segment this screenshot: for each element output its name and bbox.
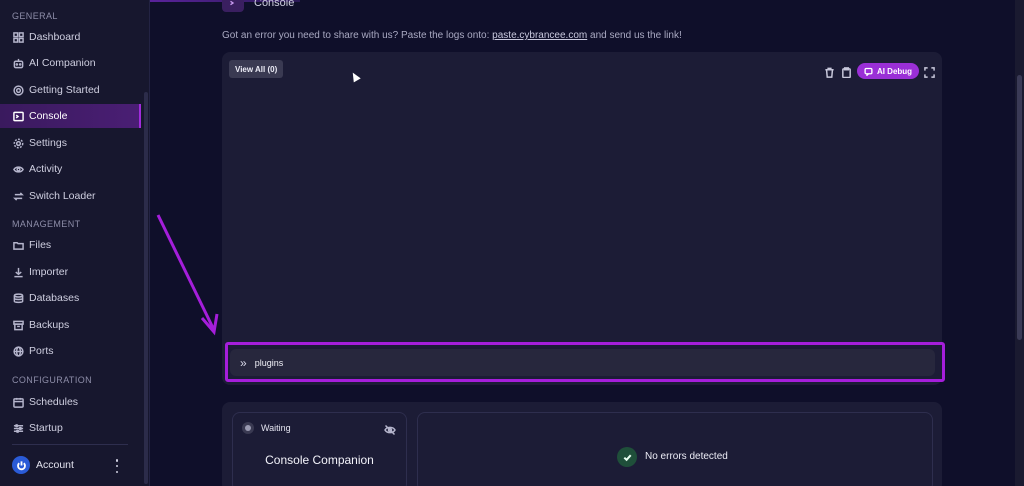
account-button[interactable]: Account	[12, 456, 74, 474]
section-title-general: GENERAL	[12, 11, 58, 21]
console-output[interactable]	[222, 52, 942, 385]
chat-bot-icon	[864, 67, 873, 76]
sidebar-item-backups[interactable]: Backups	[0, 313, 141, 337]
download-icon	[12, 266, 24, 278]
sidebar-item-label: Console	[29, 110, 68, 122]
lifebuoy-icon	[12, 84, 24, 96]
sidebar-item-schedules[interactable]: Schedules	[0, 390, 141, 414]
sidebar-divider	[12, 444, 128, 445]
sliders-icon	[12, 422, 24, 434]
terminal-icon	[222, 0, 244, 12]
clipboard-icon[interactable]	[841, 65, 852, 79]
view-all-button[interactable]: View All (0)	[229, 60, 284, 78]
globe-icon	[12, 345, 24, 357]
archive-icon	[12, 319, 24, 331]
sidebar-item-label: Schedules	[29, 396, 79, 408]
console-companion-card	[232, 412, 407, 486]
paste-notice: Got an error you need to share with us? …	[222, 30, 682, 41]
sidebar-item-label: Switch Loader	[29, 190, 96, 202]
sidebar-item-importer[interactable]: Importer	[0, 260, 141, 284]
sidebar-item-label: Getting Started	[29, 84, 100, 96]
swap-icon	[12, 190, 24, 202]
sidebar-item-getting-started[interactable]: Getting Started	[0, 78, 141, 102]
terminal-icon	[12, 110, 24, 122]
sidebar-item-dashboard[interactable]: Dashboard	[0, 25, 141, 49]
sidebar-item-settings[interactable]: Settings	[0, 131, 141, 155]
dashboard-icon	[12, 31, 24, 43]
sidebar-item-label: Importer	[29, 266, 69, 278]
sidebar-scrollbar[interactable]	[144, 92, 148, 484]
annotation-highlight-box	[225, 342, 945, 382]
account-label: Account	[36, 459, 74, 471]
sidebar-item-startup[interactable]: Startup	[0, 416, 141, 440]
sidebar-item-switch-loader[interactable]: Switch Loader	[0, 184, 141, 208]
notice-text-end: and send us the link!	[587, 30, 682, 41]
folder-icon	[12, 239, 24, 251]
calendar-icon	[12, 396, 24, 408]
sidebar-item-databases[interactable]: Databases	[0, 286, 141, 310]
page-title: Console	[222, 0, 294, 12]
page-title-text: Console	[254, 0, 295, 9]
gear-icon	[12, 137, 24, 149]
sidebar-item-activity[interactable]: Activity	[0, 157, 141, 181]
robot-icon	[12, 57, 24, 69]
sidebar-item-label: Startup	[29, 422, 63, 434]
status-indicator	[242, 422, 254, 434]
companion-status: Waiting	[261, 423, 291, 433]
database-icon	[12, 292, 24, 304]
sidebar-item-ai-companion[interactable]: AI Companion	[0, 51, 141, 75]
paste-link[interactable]: paste.cybrancee.com	[492, 30, 587, 41]
sidebar: GENERAL Dashboard AI Companion Getting S…	[0, 0, 150, 486]
sidebar-item-ports[interactable]: Ports	[0, 339, 141, 363]
trash-icon[interactable]	[824, 65, 835, 78]
power-icon	[12, 456, 30, 474]
sidebar-item-label: Files	[29, 239, 52, 251]
errors-card	[417, 412, 933, 486]
sidebar-item-label: Dashboard	[29, 31, 81, 43]
ai-debug-label: AI Debug	[876, 66, 913, 76]
eye-off-icon[interactable]	[384, 423, 396, 436]
sidebar-item-label: Activity	[29, 163, 63, 175]
companion-title: Console Companion	[265, 453, 374, 467]
check-icon	[617, 447, 637, 467]
section-title-configuration: CONFIGURATION	[12, 375, 93, 385]
page-scrollbar[interactable]	[1017, 75, 1022, 340]
sidebar-item-console[interactable]: Console	[0, 104, 141, 128]
account-menu-icon[interactable]	[112, 459, 122, 473]
sidebar-item-files[interactable]: Files	[0, 233, 141, 257]
sidebar-item-label: Databases	[29, 292, 80, 304]
section-title-management: MANAGEMENT	[12, 219, 81, 229]
notice-text: Got an error you need to share with us? …	[222, 30, 493, 41]
errors-status: No errors detected	[645, 451, 728, 462]
eye-icon	[12, 163, 24, 175]
fullscreen-icon[interactable]	[924, 65, 935, 78]
sidebar-item-label: Backups	[29, 319, 70, 331]
sidebar-item-label: AI Companion	[29, 57, 96, 69]
sidebar-item-label: Settings	[29, 137, 67, 149]
ai-debug-button[interactable]: AI Debug	[857, 63, 919, 79]
sidebar-item-label: Ports	[29, 345, 54, 357]
